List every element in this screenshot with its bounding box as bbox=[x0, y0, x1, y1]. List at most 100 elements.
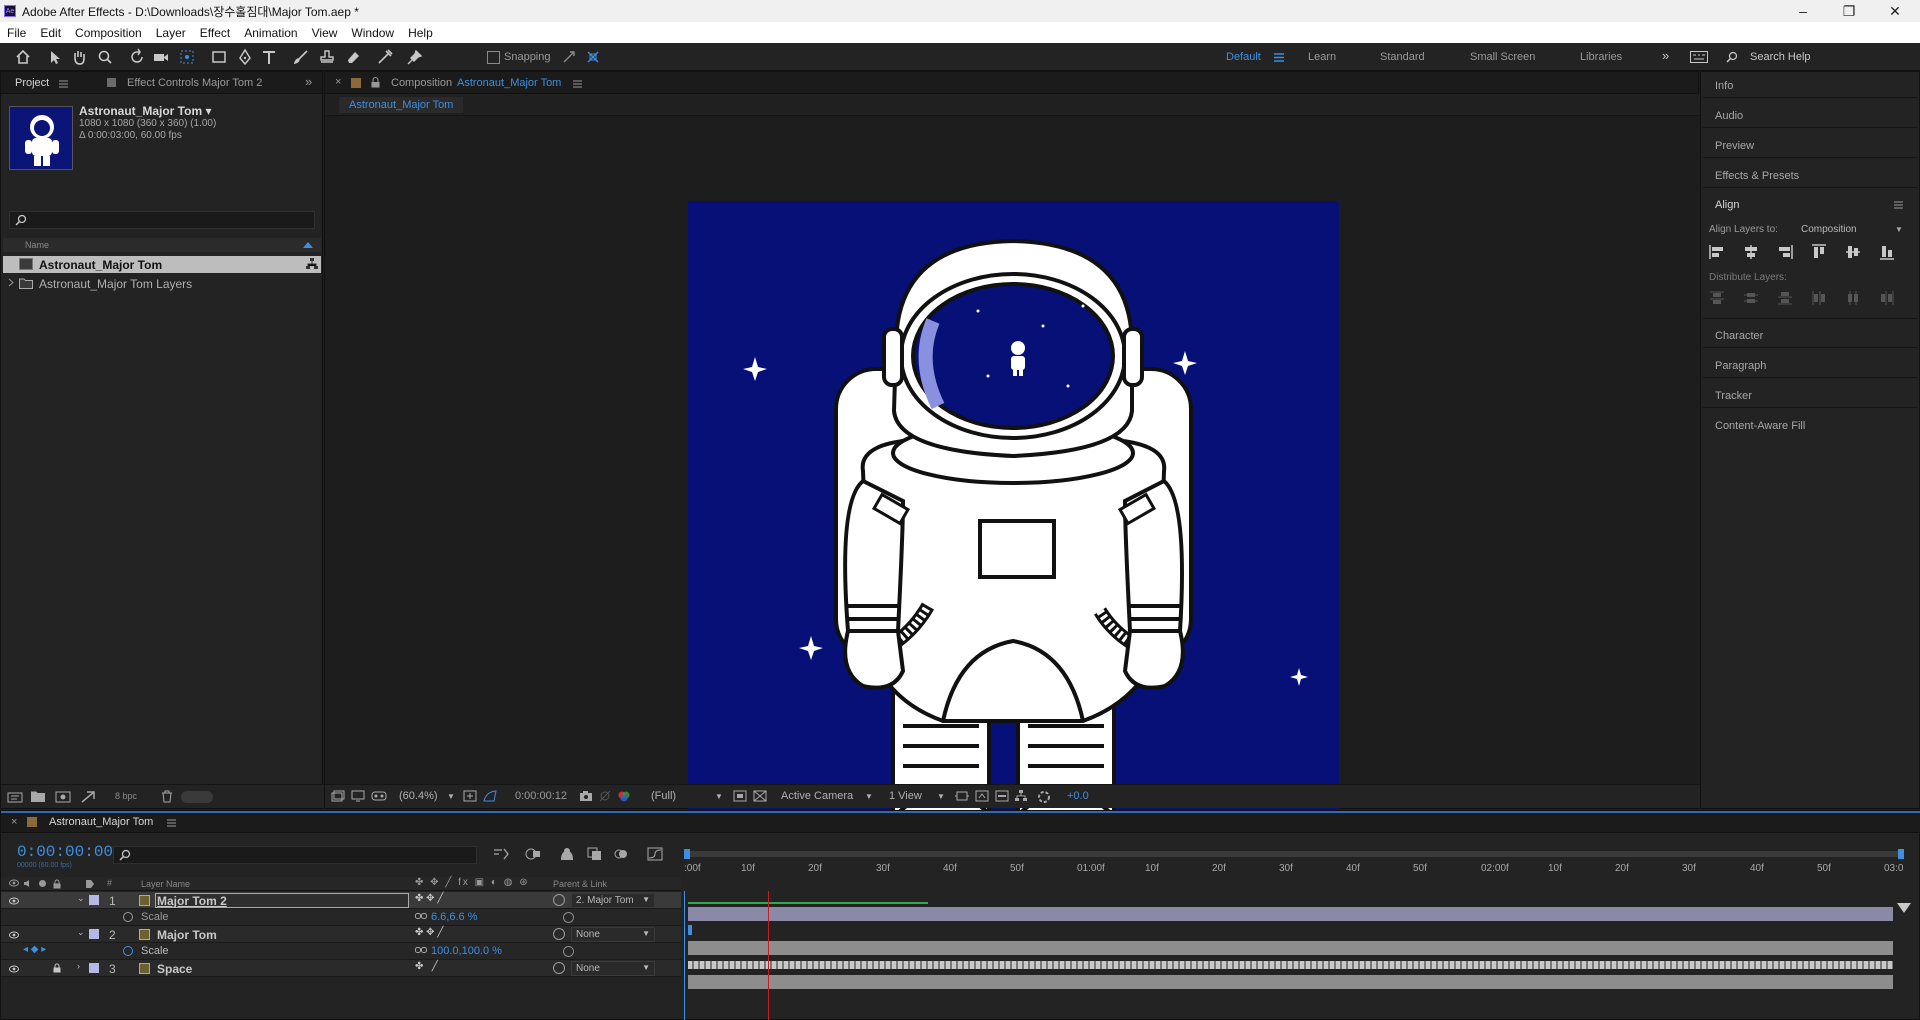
snap-features-icon[interactable] bbox=[584, 48, 602, 66]
pan-behind-tool-icon[interactable] bbox=[178, 48, 196, 66]
resolution-dropdown[interactable]: (Full) bbox=[651, 790, 676, 802]
bit-depth-button[interactable]: 8 bpc bbox=[115, 791, 137, 801]
work-area-end-handle[interactable] bbox=[1898, 849, 1904, 859]
playhead-line[interactable] bbox=[768, 891, 769, 1020]
transparency-grid-icon[interactable] bbox=[753, 790, 767, 802]
work-area-start-handle[interactable] bbox=[684, 849, 690, 859]
effects-presets-panel-header[interactable]: Effects & Presets bbox=[1715, 170, 1799, 182]
magnification-dropdown[interactable]: (60.4%) bbox=[399, 790, 438, 802]
pen-tool-icon[interactable] bbox=[236, 48, 254, 66]
selected-item-name[interactable]: Astronaut_Major Tom ▾ bbox=[79, 104, 211, 118]
layer-name[interactable]: Major Tom bbox=[157, 928, 217, 942]
chevron-down-icon[interactable]: ⌄ bbox=[77, 927, 85, 938]
workspace-small-screen[interactable]: Small Screen bbox=[1470, 51, 1535, 63]
solo-icon[interactable] bbox=[39, 880, 46, 887]
interpret-footage-icon[interactable] bbox=[7, 791, 23, 803]
expression-pick-whip-icon[interactable] bbox=[563, 912, 574, 923]
composition-tab-name[interactable]: Astronaut_Major Tom bbox=[457, 77, 561, 89]
lock-icon[interactable] bbox=[53, 963, 61, 973]
chevron-right-icon[interactable]: › bbox=[77, 961, 80, 971]
video-eye-icon[interactable] bbox=[9, 931, 19, 939]
flowchart-icon[interactable] bbox=[1015, 790, 1027, 802]
selection-tool-icon[interactable] bbox=[46, 48, 64, 66]
close-button[interactable]: ✕ bbox=[1872, 0, 1918, 22]
timeline-search-input[interactable] bbox=[113, 846, 477, 864]
align-vertical-center-icon[interactable] bbox=[1845, 244, 1861, 260]
paragraph-panel-header[interactable]: Paragraph bbox=[1715, 360, 1766, 372]
puppet-pin-tool-icon[interactable] bbox=[406, 48, 424, 66]
search-help-field[interactable]: Search Help bbox=[1722, 49, 1914, 65]
expression-pick-whip-icon[interactable] bbox=[563, 946, 574, 957]
roto-brush-tool-icon[interactable] bbox=[376, 48, 394, 66]
label-color-swatch[interactable] bbox=[89, 929, 99, 939]
constrain-proportions-icon[interactable] bbox=[415, 946, 427, 954]
flowchart-icon[interactable] bbox=[306, 258, 318, 270]
graph-editor-icon[interactable] bbox=[647, 847, 663, 861]
chevron-down-icon[interactable]: ⌄ bbox=[77, 893, 85, 904]
comp-mini-flowchart-icon[interactable] bbox=[493, 847, 509, 861]
label-tag-icon[interactable] bbox=[85, 879, 95, 889]
menu-file[interactable]: File bbox=[0, 26, 33, 40]
thumbnail-zoom-slider[interactable] bbox=[181, 791, 213, 803]
parent-dropdown[interactable]: None ▼ bbox=[571, 961, 655, 976]
composition-tab-label[interactable]: Composition bbox=[391, 77, 452, 89]
align-bottom-icon[interactable] bbox=[1879, 244, 1895, 260]
keyframes-track[interactable] bbox=[688, 961, 1893, 969]
menu-animation[interactable]: Animation bbox=[237, 26, 304, 40]
exposure-reset-icon[interactable] bbox=[1037, 790, 1051, 804]
composition-canvas[interactable] bbox=[688, 201, 1339, 853]
close-tab-icon[interactable]: × bbox=[11, 816, 17, 828]
property-row-scale-layer-2[interactable]: ◂ ◆ ▸ Scale 100.0,100.0 % bbox=[1, 943, 681, 960]
layer-bar-3[interactable] bbox=[688, 975, 1893, 989]
tab-effect-controls[interactable]: Effect Controls Major Tom 2 bbox=[127, 77, 262, 89]
project-item-composition[interactable]: Astronaut_Major Tom bbox=[3, 256, 321, 273]
region-of-interest-icon[interactable] bbox=[733, 790, 747, 802]
brush-tool-icon[interactable] bbox=[292, 48, 310, 66]
rectangle-tool-icon[interactable] bbox=[210, 48, 228, 66]
video-eye-icon[interactable] bbox=[9, 897, 19, 905]
workspace-standard[interactable]: Standard bbox=[1380, 51, 1425, 63]
keyboard-shortcut-icon[interactable] bbox=[1690, 51, 1708, 63]
audio-speaker-icon[interactable] bbox=[23, 879, 33, 888]
menu-composition[interactable]: Composition bbox=[68, 26, 149, 40]
chevron-down-icon[interactable]: ▼ bbox=[865, 792, 873, 801]
toggle-pixel-aspect-icon[interactable] bbox=[955, 790, 969, 802]
maximize-button[interactable]: ❐ bbox=[1826, 0, 1872, 22]
pick-whip-icon[interactable] bbox=[553, 962, 565, 974]
workspace-learn[interactable]: Learn bbox=[1308, 51, 1336, 63]
snapshot-camera-icon[interactable] bbox=[579, 790, 593, 802]
menu-view[interactable]: View bbox=[305, 26, 345, 40]
pick-whip-icon[interactable] bbox=[553, 928, 565, 940]
parent-dropdown[interactable]: 2. Major Tom ▼ bbox=[571, 893, 655, 908]
vr-mode-icon[interactable] bbox=[371, 790, 387, 802]
property-row-scale-layer-1[interactable]: Scale 6.6,6.6 % bbox=[1, 909, 681, 926]
show-snapshot-icon[interactable] bbox=[599, 790, 611, 802]
layer-row-1[interactable]: ⌄ 1 Major Tom 2 ✤ ✥ ╱ 2. Major Tom ▼ bbox=[1, 892, 681, 909]
layer-row-3[interactable]: › 3 Space ✤ ╱ None ▼ bbox=[1, 960, 681, 977]
time-ruler[interactable]: :00f 10f 20f 30f 40f 50f 01:00f 10f 20f 30f 40f 50f… bbox=[684, 843, 1920, 879]
layer-bar-1[interactable] bbox=[688, 907, 1893, 921]
keyframe-navigator[interactable]: ◂ ◆ ▸ bbox=[23, 944, 46, 955]
tab-project[interactable]: Project bbox=[15, 77, 49, 89]
align-left-icon[interactable] bbox=[1709, 244, 1725, 260]
workspace-default[interactable]: Default bbox=[1226, 51, 1261, 63]
rotation-tool-icon[interactable] bbox=[128, 48, 146, 66]
chevron-right-icon[interactable] bbox=[8, 278, 14, 287]
column-parent-link[interactable]: Parent & Link bbox=[553, 879, 607, 889]
shy-layers-icon[interactable] bbox=[559, 847, 575, 861]
stopwatch-active-icon[interactable] bbox=[123, 946, 133, 956]
workspace-libraries[interactable]: Libraries bbox=[1580, 51, 1622, 63]
column-layer-name[interactable]: Layer Name bbox=[141, 879, 190, 889]
panel-overflow-icon[interactable]: » bbox=[305, 74, 312, 89]
menu-window[interactable]: Window bbox=[344, 26, 401, 40]
layer-switches[interactable]: ✤ ✥ ╱ bbox=[415, 893, 443, 904]
3d-view-dropdown[interactable]: Active Camera bbox=[781, 790, 853, 802]
label-color-swatch[interactable] bbox=[89, 963, 99, 973]
current-time-indicator[interactable]: 0:00:00:00 bbox=[17, 843, 113, 861]
minimize-button[interactable]: – bbox=[1780, 0, 1826, 22]
layer-name-field[interactable]: Major Tom 2 bbox=[155, 893, 409, 908]
close-tab-icon[interactable]: × bbox=[335, 76, 341, 88]
align-panel-header[interactable]: Align bbox=[1715, 199, 1739, 211]
timeline-tab-label[interactable]: Astronaut_Major Tom bbox=[49, 816, 153, 828]
layer-name[interactable]: Space bbox=[157, 962, 192, 976]
